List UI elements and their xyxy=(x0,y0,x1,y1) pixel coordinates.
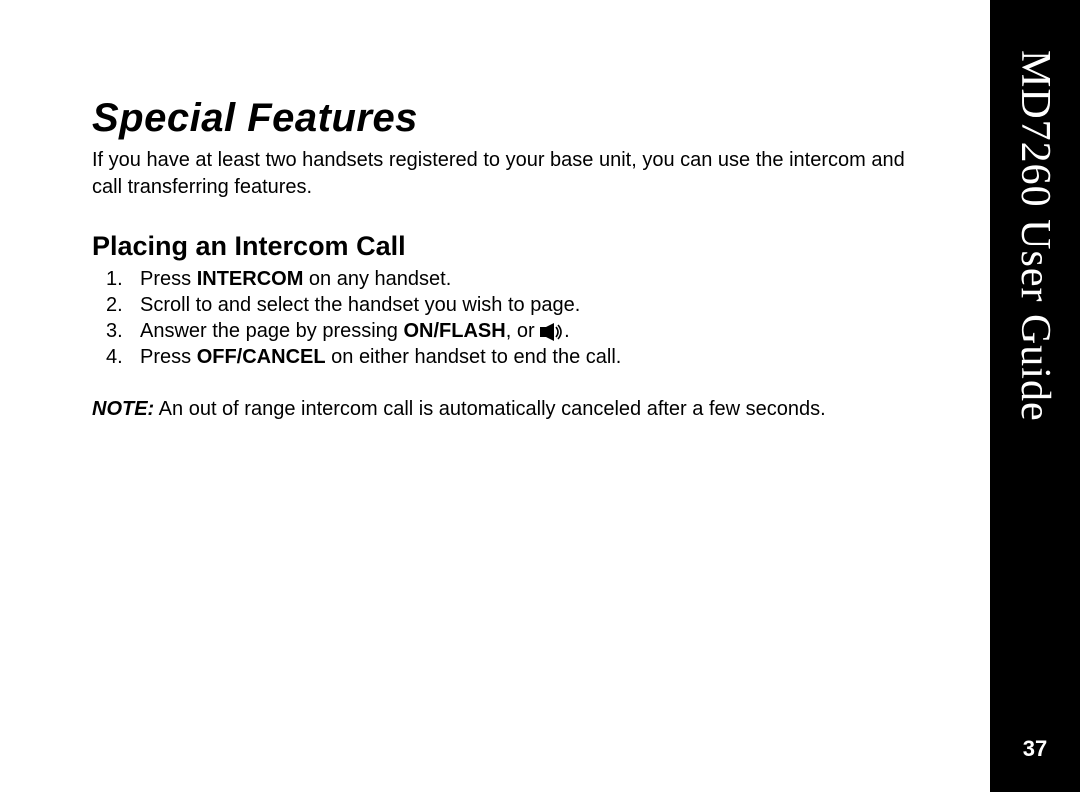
step-list: 1. Press INTERCOM on any handset. 2. Scr… xyxy=(106,266,912,370)
step-pre: Scroll to and select the handset you wis… xyxy=(140,294,580,316)
note-label: NOTE: xyxy=(92,398,154,420)
sub-heading: Placing an Intercom Call xyxy=(92,231,912,262)
page-number: 37 xyxy=(1023,736,1047,762)
main-heading: Special Features xyxy=(92,96,912,141)
speaker-icon xyxy=(540,322,564,340)
note-text: An out of range intercom call is automat… xyxy=(154,398,825,420)
step-bold: INTERCOM xyxy=(197,268,304,290)
step-post: on either handset to end the call. xyxy=(326,346,622,368)
document-title: MD7260 User Guide xyxy=(1011,50,1059,422)
step-post: on any handset. xyxy=(303,268,451,290)
page-root: MD7260 User Guide 37 Special Features If… xyxy=(0,0,1080,792)
list-item: 1. Press INTERCOM on any handset. xyxy=(106,266,912,292)
step-pre: Press xyxy=(140,346,197,368)
list-item: 2. Scroll to and select the handset you … xyxy=(106,292,912,318)
content-area: Special Features If you have at least tw… xyxy=(92,96,912,423)
step-text: Press INTERCOM on any handset. xyxy=(140,266,451,292)
step-pre: Press xyxy=(140,268,197,290)
step-number: 2. xyxy=(106,292,126,318)
step-text: Answer the page by pressing ON/FLASH, or… xyxy=(140,318,570,344)
step-text: Scroll to and select the handset you wis… xyxy=(140,292,580,318)
note-paragraph: NOTE: An out of range intercom call is a… xyxy=(92,396,912,423)
step-bold: ON/FLASH xyxy=(404,320,506,342)
intro-paragraph: If you have at least two handsets regist… xyxy=(92,147,912,201)
step-bold: OFF/CANCEL xyxy=(197,346,326,368)
step-post: , or xyxy=(506,320,540,342)
step-text: Press OFF/CANCEL on either handset to en… xyxy=(140,344,621,370)
sidebar: MD7260 User Guide 37 xyxy=(990,0,1080,792)
list-item: 3. Answer the page by pressing ON/FLASH,… xyxy=(106,318,912,344)
step-pre: Answer the page by pressing xyxy=(140,320,404,342)
step-number: 1. xyxy=(106,266,126,292)
step-tail: . xyxy=(564,320,570,342)
step-number: 4. xyxy=(106,344,126,370)
step-number: 3. xyxy=(106,318,126,344)
list-item: 4. Press OFF/CANCEL on either handset to… xyxy=(106,344,912,370)
